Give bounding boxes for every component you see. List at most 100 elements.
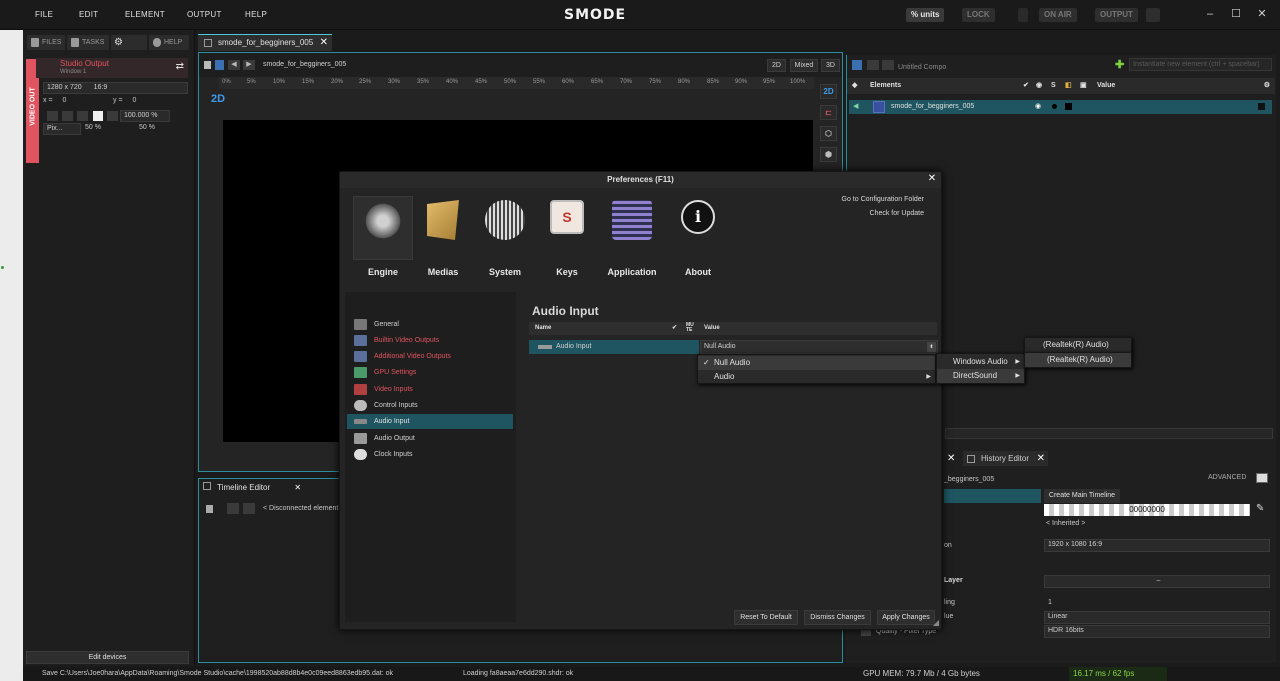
dismiss-changes-button[interactable]: Dismiss Changes <box>804 610 871 625</box>
nav-audio-input[interactable]: Audio Input <box>347 414 513 429</box>
close-tab-icon[interactable]: ✕ <box>320 35 328 50</box>
compo-forward-icon[interactable] <box>882 60 894 70</box>
nav-video-inputs[interactable]: Video Inputs <box>347 382 513 397</box>
element-play-icon[interactable]: ◀ <box>853 102 858 110</box>
layer-field[interactable]: – <box>1044 575 1270 588</box>
nav-builtin-video-outputs[interactable]: Builtin Video Outputs <box>347 333 513 348</box>
forward-icon[interactable]: ▶ <box>243 60 255 70</box>
close-history-icon[interactable]: ✕ <box>1037 451 1045 466</box>
settings-col-icon[interactable]: ⚙ <box>1264 81 1270 89</box>
instantiate-search-input[interactable]: Instantiate new element (ctrl + spacebar… <box>1129 58 1272 71</box>
lock-button[interactable]: LOCK <box>962 8 995 22</box>
menu-output[interactable]: OUTPUT <box>187 10 222 19</box>
info-icon[interactable] <box>47 111 58 121</box>
side-hex2-icon[interactable]: ⬢ <box>820 147 837 162</box>
back-icon[interactable]: ◀ <box>228 60 240 70</box>
tab-help[interactable]: HELP <box>149 35 189 50</box>
menu-realtek-windows[interactable]: (Realtek(R) Audio) <box>1025 338 1131 352</box>
element-lock-square[interactable] <box>1065 103 1072 110</box>
units-button[interactable]: % units <box>906 8 945 22</box>
elements-scrollbar[interactable] <box>945 428 1273 439</box>
category-medias[interactable] <box>413 196 473 240</box>
white-square-icon[interactable] <box>93 111 103 121</box>
tab-document[interactable]: smode_for_begginers_005 ✕ <box>198 34 332 51</box>
menu-null-audio[interactable]: ✓ Null Audio <box>698 356 935 370</box>
compo-icon[interactable] <box>852 60 862 70</box>
mode-2d-button[interactable]: 2D <box>767 59 786 72</box>
menu-directsound[interactable]: DirectSound ▶ <box>937 369 1024 383</box>
nav-gpu-settings[interactable]: GPU Settings <box>347 365 513 380</box>
maximize-icon[interactable]: ☐ <box>1229 7 1243 21</box>
eyedropper-icon[interactable]: ✎ <box>1256 503 1264 514</box>
category-keys[interactable]: S <box>537 196 597 234</box>
mask-icon[interactable] <box>77 111 88 121</box>
menu-element[interactable]: ELEMENT <box>125 10 165 19</box>
element-solo-dot[interactable] <box>1052 104 1057 109</box>
close-window-icon[interactable]: ✕ <box>1255 7 1269 21</box>
minimize-icon[interactable]: – <box>1203 7 1217 21</box>
timecode-field[interactable]: 00000000 <box>1044 504 1250 516</box>
menu-edit[interactable]: EDIT <box>79 10 98 19</box>
lock-icon[interactable] <box>204 61 211 69</box>
nav-clock-inputs[interactable]: Clock Inputs <box>347 447 513 462</box>
swap-icon[interactable]: ⇄ <box>176 61 184 72</box>
side-red-icon[interactable]: ⊏ <box>820 105 837 120</box>
cross-icon[interactable] <box>62 111 73 121</box>
category-about[interactable]: i <box>668 196 728 234</box>
mode-mixed-button[interactable]: Mixed <box>790 59 818 72</box>
studio-output-item[interactable]: Studio Output Window 1 ⇄ <box>36 58 188 78</box>
x-field[interactable]: x = 0 <box>43 97 66 104</box>
category-system[interactable] <box>475 196 535 240</box>
menu-audio[interactable]: Audio ▶ <box>698 370 935 384</box>
pct-a-value[interactable]: 50 % <box>85 124 101 131</box>
advanced-toggle[interactable] <box>1256 473 1268 483</box>
apply-changes-button[interactable]: Apply Changes <box>877 610 935 625</box>
edit-devices-button[interactable]: Edit devices <box>26 651 189 664</box>
link-icon[interactable] <box>215 60 224 70</box>
timeline-forward-icon[interactable] <box>243 503 255 514</box>
menu-file[interactable]: FILE <box>35 10 53 19</box>
timeline-lock-icon[interactable] <box>206 505 213 513</box>
pct-b-value[interactable]: 50 % <box>139 124 155 131</box>
on-air-button[interactable]: ON AIR <box>1039 8 1077 22</box>
nav-additional-video-outputs[interactable]: Additional Video Outputs <box>347 349 513 364</box>
timeline-tab[interactable]: Timeline Editor ✕ <box>203 482 301 492</box>
resolution-select[interactable]: 1920 x 1080 16:9 <box>1044 539 1270 552</box>
nav-control-inputs[interactable]: Control Inputs <box>347 398 513 413</box>
element-visible-icon[interactable]: ◉ <box>1035 102 1041 110</box>
audio-input-row[interactable]: Audio Input Null Audio ⬍ <box>529 340 938 354</box>
tab-files[interactable]: FILES <box>27 35 65 50</box>
side-2d-button[interactable]: 2D <box>820 84 837 99</box>
select-arrows-icon[interactable]: ⬍ <box>927 342 936 352</box>
split-icon[interactable] <box>107 111 118 121</box>
filter-select[interactable]: Linear <box>1044 611 1270 624</box>
element-row[interactable]: ◀ smode_for_begginers_005 ◉ <box>849 100 1272 114</box>
resize-grip-icon[interactable]: ◢ <box>933 618 939 627</box>
close-inspector-icon[interactable]: ✕ <box>947 453 955 464</box>
menu-help[interactable]: HELP <box>245 10 267 19</box>
config-folder-link[interactable]: Go to Configuration Folder <box>842 196 925 203</box>
reset-to-default-button[interactable]: Reset To Default <box>734 610 798 625</box>
create-main-timeline-button[interactable]: Create Main Timeline <box>1044 489 1120 503</box>
tab-tasks[interactable]: TASKS <box>67 35 109 50</box>
compo-back-icon[interactable] <box>867 60 879 70</box>
timeline-back-icon[interactable] <box>227 503 239 514</box>
ling-field[interactable]: 1 <box>1044 597 1270 610</box>
zoom-field[interactable]: 100.000 % <box>120 110 170 122</box>
y-field[interactable]: y = 0 <box>113 97 136 104</box>
menu-realtek-directsound[interactable]: (Realtek(R) Audio) <box>1025 353 1131 367</box>
menu-windows-audio[interactable]: Windows Audio ▶ <box>937 355 1024 369</box>
check-update-link[interactable]: Check for Update <box>870 210 924 217</box>
inspector-selected-row[interactable] <box>944 489 1041 503</box>
output-button[interactable]: OUTPUT <box>1095 8 1138 22</box>
pause-icon[interactable] <box>1146 8 1160 22</box>
close-timeline-icon[interactable]: ✕ <box>294 483 301 492</box>
audio-input-select[interactable]: Null Audio ⬍ <box>700 340 938 354</box>
close-dialog-icon[interactable]: ✕ <box>926 173 938 185</box>
category-application[interactable] <box>602 196 662 240</box>
nav-general[interactable]: General <box>347 317 513 332</box>
pixel-select[interactable]: Pix... <box>43 123 81 135</box>
history-editor-tab[interactable]: History Editor ✕ <box>963 451 1048 466</box>
mode-3d-button[interactable]: 3D <box>821 59 840 72</box>
category-engine[interactable] <box>353 196 413 260</box>
